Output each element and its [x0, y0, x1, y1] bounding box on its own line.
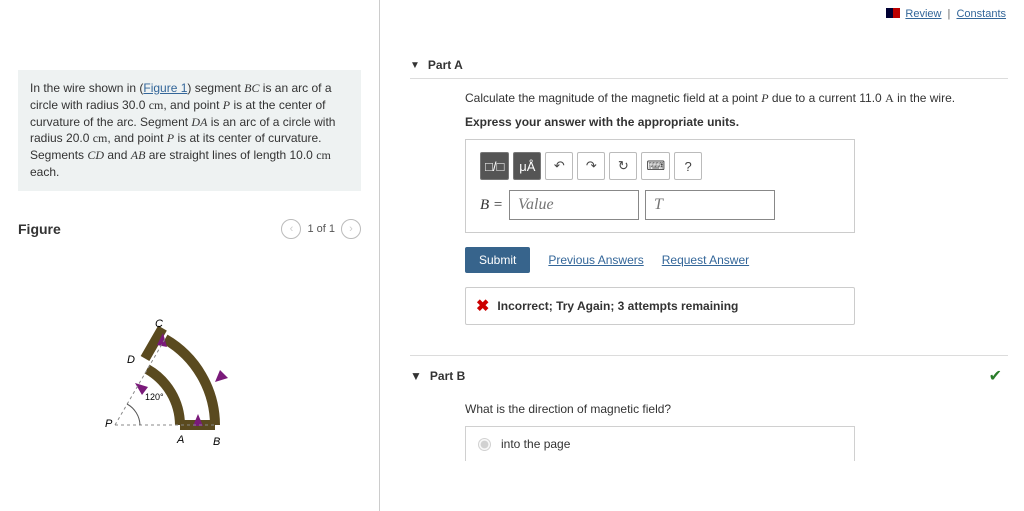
top-links: Review | Constants [886, 8, 1006, 20]
undo-button[interactable]: ↶ [545, 152, 573, 180]
caret-down-icon: ▼ [410, 369, 422, 383]
keyboard-button[interactable]: ⌨ [641, 152, 670, 180]
svg-text:D: D [127, 354, 135, 366]
feedback-box: ✖ Incorrect; Try Again; 3 attempts remai… [465, 287, 855, 325]
radio-into-page[interactable] [478, 438, 491, 451]
b-label: B = [480, 197, 503, 214]
part-b-question: What is the direction of magnetic field? [465, 402, 1008, 416]
svg-text:A: A [176, 434, 184, 446]
figure-prev-button[interactable]: ‹ [281, 219, 301, 239]
constants-link[interactable]: Constants [956, 8, 1006, 20]
svg-text:P: P [105, 418, 113, 430]
request-answer-link[interactable]: Request Answer [662, 253, 749, 267]
svg-text:C: C [155, 318, 163, 330]
figure-page-indicator: 1 of 1 [307, 223, 335, 235]
redo-button[interactable]: ↷ [577, 152, 605, 180]
units-button[interactable]: μÅ [513, 152, 541, 180]
answer-box: □/□ μÅ ↶ ↷ ↻ ⌨ ? B = [465, 139, 855, 233]
submit-button[interactable]: Submit [465, 247, 530, 273]
flag-icon [886, 8, 900, 18]
figure-link[interactable]: Figure 1 [143, 81, 187, 95]
previous-answers-link[interactable]: Previous Answers [548, 253, 643, 267]
caret-down-icon: ▼ [410, 60, 420, 71]
help-button[interactable]: ? [674, 152, 702, 180]
part-a-question: Calculate the magnitude of the magnetic … [465, 89, 1008, 131]
units-input[interactable] [645, 190, 775, 220]
option-label: into the page [501, 437, 570, 451]
figure-next-button[interactable]: › [341, 219, 361, 239]
figure-heading: Figure [18, 221, 61, 237]
reset-button[interactable]: ↻ [609, 152, 637, 180]
svg-text:B: B [213, 436, 220, 448]
figure-diagram: 120° P A B D C [18, 255, 361, 455]
right-panel: Review | Constants ▼ Part A Calculate th… [380, 0, 1024, 511]
value-input[interactable] [509, 190, 639, 220]
review-link[interactable]: Review [905, 8, 941, 20]
problem-statement: In the wire shown in (Figure 1) segment … [18, 70, 361, 191]
feedback-text: Incorrect; Try Again; 3 attempts remaini… [497, 299, 738, 313]
correct-icon: ✔ [989, 366, 1002, 386]
svg-text:120°: 120° [145, 392, 164, 402]
left-panel: In the wire shown in (Figure 1) segment … [0, 0, 380, 511]
part-a-label: Part A [428, 58, 463, 72]
template-button[interactable]: □/□ [480, 152, 509, 180]
figure-pager: ‹ 1 of 1 › [281, 219, 361, 239]
part-b-header[interactable]: ▼ Part B ✔ [410, 366, 1008, 386]
part-a-header[interactable]: ▼ Part A [410, 58, 1008, 79]
incorrect-icon: ✖ [476, 296, 489, 316]
part-b-label: Part B [430, 369, 465, 383]
option-into-page[interactable]: into the page [465, 426, 855, 461]
